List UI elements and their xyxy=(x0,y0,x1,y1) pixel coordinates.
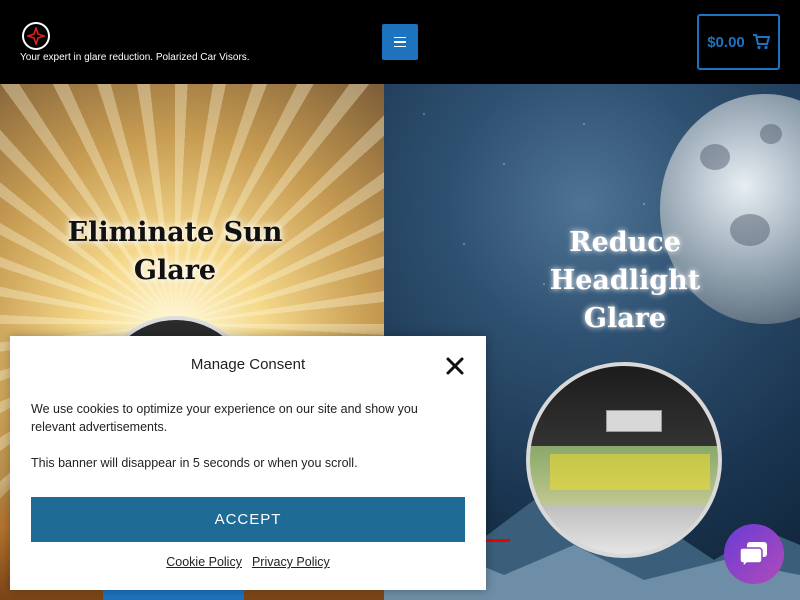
consent-body: We use cookies to optimize your experien… xyxy=(31,400,461,472)
chat-icon xyxy=(739,542,767,568)
hamburger-menu-button[interactable] xyxy=(382,24,418,60)
dashboard xyxy=(530,506,718,554)
chat-button[interactable] xyxy=(724,524,784,584)
cookie-policy-link[interactable]: Cookie Policy xyxy=(166,555,242,569)
hamburger-icon-line xyxy=(394,45,406,48)
logo-icon[interactable] xyxy=(22,22,50,50)
close-icon[interactable] xyxy=(445,356,465,376)
site-header: Your expert in glare reduction. Polarize… xyxy=(0,0,800,84)
cart-button[interactable]: $0.00 xyxy=(697,14,780,70)
hamburger-icon xyxy=(394,36,406,39)
visor-label xyxy=(606,410,662,432)
hamburger-icon-line xyxy=(394,41,406,43)
consent-body-text: We use cookies to optimize your experien… xyxy=(31,402,418,434)
sun-glare-heading: Eliminate Sun Glare xyxy=(50,214,300,290)
privacy-policy-link[interactable]: Privacy Policy xyxy=(252,555,330,569)
yellow-tint xyxy=(550,454,710,490)
headlight-heading-line1: Reduce xyxy=(569,227,681,258)
headlight-heading-line2: Headlight xyxy=(549,265,701,296)
site-tagline: Your expert in glare reduction. Polarize… xyxy=(20,52,250,63)
sun-glare-heading-line2: Glare xyxy=(133,255,217,286)
accept-button[interactable]: ACCEPT xyxy=(31,497,465,542)
consent-banner-note: This banner will disappear in 5 seconds … xyxy=(31,456,358,470)
visor-shape xyxy=(530,366,718,446)
red-accent-line xyxy=(486,539,510,542)
headlight-heading-line3: Glare xyxy=(583,303,667,334)
headlight-visor-photo xyxy=(526,362,722,558)
cart-icon xyxy=(752,34,770,50)
cart-total: $0.00 xyxy=(707,33,745,51)
headlight-glare-heading: Reduce Headlight Glare xyxy=(520,224,730,338)
sun-glare-heading-line1: Eliminate Sun xyxy=(67,217,283,248)
consent-modal: Manage Consent We use cookies to optimiz… xyxy=(10,336,486,590)
consent-title: Manage Consent xyxy=(190,356,306,373)
consent-links: Cookie Policy Privacy Policy xyxy=(10,555,486,569)
